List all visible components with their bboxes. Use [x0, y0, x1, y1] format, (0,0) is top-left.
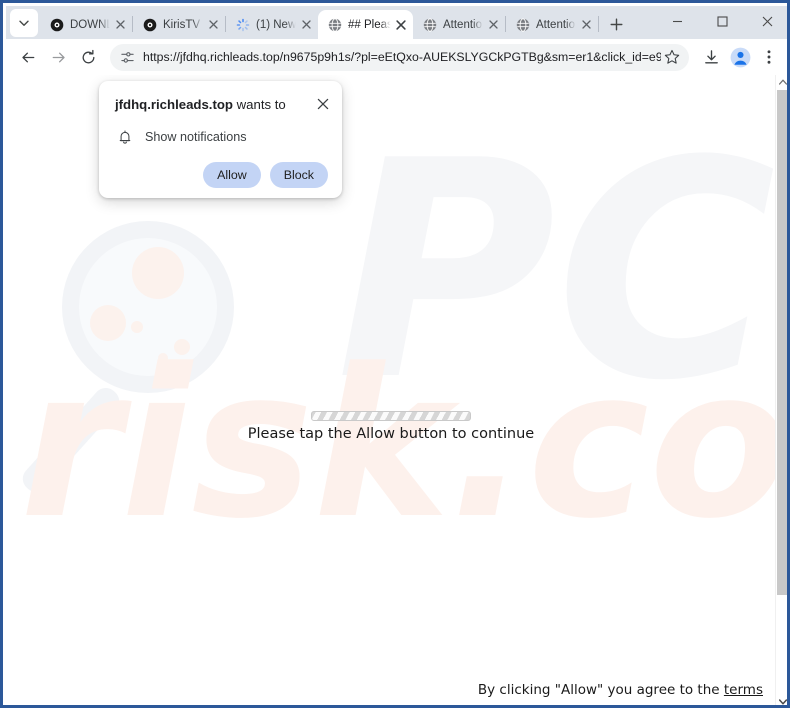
minimize-icon — [673, 20, 682, 23]
terms-link[interactable]: terms — [724, 682, 763, 698]
close-button[interactable] — [745, 6, 787, 37]
permission-origin: jfdhq.richleads.top — [115, 97, 233, 112]
tab-separator — [598, 16, 599, 32]
permission-title: jfdhq.richleads.top wants to — [115, 95, 314, 113]
window-controls — [655, 6, 787, 37]
bell-icon — [116, 128, 133, 145]
address-bar[interactable]: https://jfdhq.richleads.top/n9675p9h1s/?… — [110, 43, 689, 71]
site-settings-icon[interactable] — [119, 49, 136, 66]
tab-title: DOWNLOA — [70, 18, 111, 31]
reload-icon — [82, 49, 94, 63]
browser-tab-0[interactable]: DOWNLOA — [40, 10, 132, 39]
tab-search-button[interactable] — [10, 9, 38, 37]
chevron-down-icon — [19, 20, 29, 26]
loader-block: Please tap the Allow button to continue — [6, 411, 776, 442]
reload-button[interactable] — [74, 43, 102, 71]
caret-down-icon — [779, 698, 787, 705]
allow-button[interactable]: Allow — [203, 162, 261, 188]
screenshot-frame: DOWNLOA — [0, 0, 790, 708]
caret-up-icon — [779, 79, 787, 85]
download-icon — [704, 49, 718, 63]
tab-list: DOWNLOA — [40, 10, 629, 39]
disc-icon — [49, 17, 64, 32]
tab-title: ## Please t — [348, 18, 392, 31]
permission-header: jfdhq.richleads.top wants to — [99, 95, 342, 113]
permission-item-notifications: Show notifications — [99, 113, 342, 145]
terms-disclaimer: By clicking "Allow" you agree to the ter… — [478, 682, 763, 698]
tab-close-icon[interactable] — [205, 17, 221, 33]
avatar-icon — [730, 47, 750, 67]
terms-prefix-text: By clicking "Allow" you agree to the — [477, 682, 724, 698]
globe-icon — [422, 17, 437, 32]
permission-label: Show notifications — [145, 129, 247, 144]
maximize-button[interactable] — [700, 6, 745, 37]
svg-text:risk.com: risk.com — [20, 326, 790, 564]
close-icon — [317, 98, 329, 110]
bookmark-star-icon[interactable] — [661, 46, 683, 68]
browser-tab-3-active[interactable]: ## Please t — [318, 10, 413, 39]
minimize-button[interactable] — [655, 6, 700, 37]
block-button[interactable]: Block — [269, 162, 328, 188]
browser-tab-5[interactable]: Attention — [506, 10, 598, 39]
browser-tab-4[interactable]: Attention — [413, 10, 505, 39]
tab-title: Attention — [443, 18, 484, 31]
url-text[interactable]: https://jfdhq.richleads.top/n9675p9h1s/?… — [143, 50, 661, 64]
scroll-up-button[interactable] — [776, 75, 787, 88]
chrome-menu-button[interactable] — [756, 44, 782, 70]
magnifying-glass-icon — [22, 221, 234, 493]
page-scrollbar[interactable] — [775, 75, 787, 705]
tab-close-icon[interactable] — [578, 17, 594, 33]
new-tab-button[interactable] — [603, 11, 629, 37]
tab-close-icon[interactable] — [393, 17, 409, 33]
page-viewport: PC risk.com Please tap the Allow button … — [6, 75, 790, 705]
globe-icon — [515, 17, 530, 32]
notification-permission-dialog: jfdhq.richleads.top wants to Show notifi… — [99, 81, 342, 198]
browser-window: DOWNLOA — [6, 6, 790, 705]
tab-close-icon[interactable] — [298, 17, 314, 33]
loading-spinner-icon — [235, 17, 250, 32]
plus-icon — [610, 18, 622, 30]
browser-toolbar: https://jfdhq.richleads.top/n9675p9h1s/?… — [6, 39, 787, 75]
downloads-button[interactable] — [698, 44, 724, 70]
permission-close-button[interactable] — [314, 95, 332, 113]
svg-text:PC: PC — [336, 97, 776, 446]
profile-button[interactable] — [727, 44, 753, 70]
permission-actions: Allow Block — [99, 145, 342, 188]
back-button[interactable] — [14, 43, 42, 71]
globe-icon — [327, 17, 342, 32]
permission-title-suffix: wants to — [232, 97, 286, 112]
tab-close-icon[interactable] — [112, 17, 128, 33]
scroll-down-button[interactable] — [776, 695, 787, 705]
loading-progress-bar — [311, 411, 471, 421]
three-dot-menu-icon — [767, 50, 771, 64]
tab-title: (1) New M — [256, 18, 297, 31]
tab-close-icon[interactable] — [485, 17, 501, 33]
browser-tab-2[interactable]: (1) New M — [226, 10, 318, 39]
disc-icon — [142, 17, 157, 32]
scrollbar-track[interactable] — [776, 88, 787, 695]
close-icon — [762, 16, 773, 27]
tab-title: KirisTV Do — [163, 18, 204, 31]
maximize-icon — [717, 16, 728, 27]
instruction-text: Please tap the Allow button to continue — [247, 426, 535, 442]
scrollbar-thumb[interactable] — [777, 90, 787, 595]
arrow-right-icon — [52, 51, 65, 63]
tab-title: Attention — [536, 18, 577, 31]
browser-tab-1[interactable]: KirisTV Do — [133, 10, 225, 39]
tab-strip: DOWNLOA — [6, 6, 787, 39]
forward-button[interactable] — [44, 43, 72, 71]
arrow-left-icon — [21, 51, 34, 63]
